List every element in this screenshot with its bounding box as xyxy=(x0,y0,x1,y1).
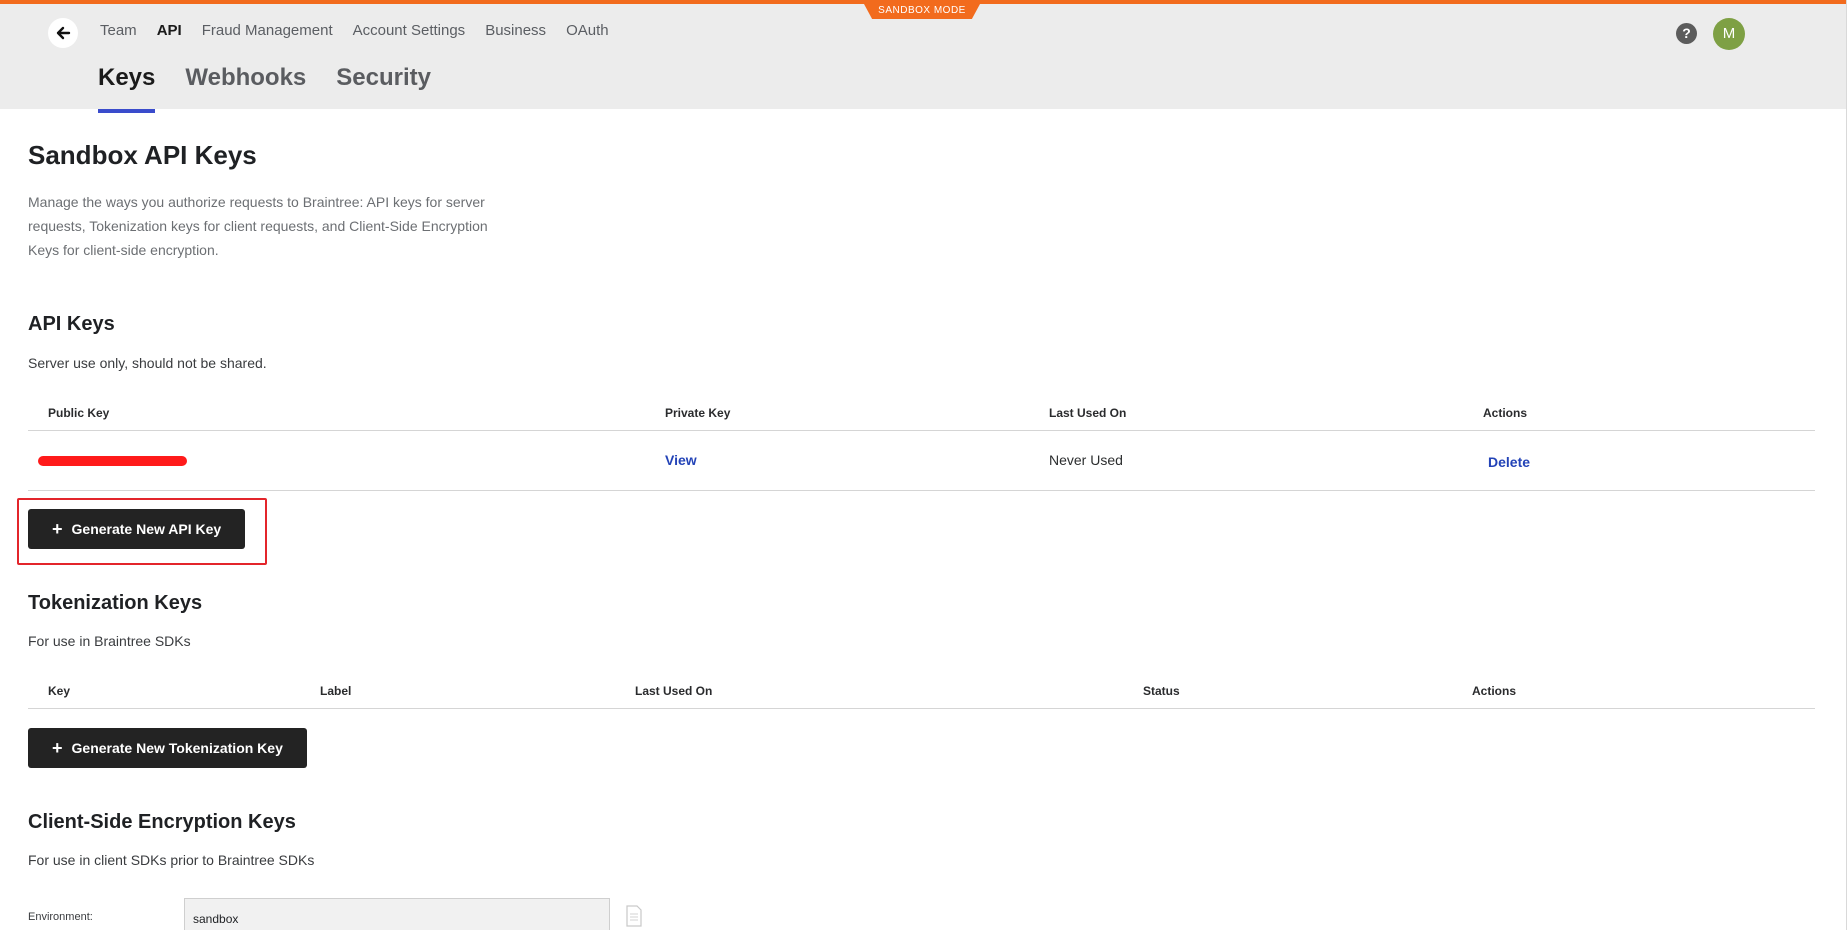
plus-icon: + xyxy=(52,738,63,758)
generate-api-key-button[interactable]: + Generate New API Key xyxy=(28,509,246,549)
environment-field[interactable]: sandbox xyxy=(184,898,610,930)
column-label: Label xyxy=(320,684,352,698)
column-private-key: Private Key xyxy=(665,406,731,420)
column-public-key: Public Key xyxy=(48,406,110,420)
column-actions: Actions xyxy=(1483,406,1528,420)
cse-keys-subtitle: For use in client SDKs prior to Braintre… xyxy=(28,852,315,868)
table-header: Public Key Private Key Last Used On Acti… xyxy=(28,391,1815,431)
sandbox-mode-badge: SANDBOX MODE xyxy=(864,4,980,19)
table-row: View Never Used Delete xyxy=(28,431,1815,491)
top-header: SANDBOX MODE Team API Fraud Management A… xyxy=(0,0,1847,113)
column-last-used: Last Used On xyxy=(1049,406,1127,420)
tokenization-keys-title: Tokenization Keys xyxy=(28,592,203,614)
arrow-left-icon xyxy=(56,26,71,40)
api-keys-table: Public Key Private Key Last Used On Acti… xyxy=(28,391,1815,491)
tokenization-keys-table: Key Label Last Used On Status Actions xyxy=(28,669,1815,709)
redacted-public-key xyxy=(38,456,187,466)
nav-item-oauth[interactable]: OAuth xyxy=(566,22,609,39)
generate-tokenization-key-button[interactable]: + Generate New Tokenization Key xyxy=(28,728,307,768)
help-icon[interactable]: ? xyxy=(1676,23,1697,44)
tokenization-keys-subtitle: For use in Braintree SDKs xyxy=(28,633,191,649)
column-last-used: Last Used On xyxy=(635,684,713,698)
environment-label: Environment: xyxy=(28,911,93,923)
generate-api-key-label: Generate New API Key xyxy=(71,521,222,537)
api-keys-subtitle: Server use only, should not be shared. xyxy=(28,355,267,371)
nav-item-team[interactable]: Team xyxy=(100,22,137,39)
api-keys-title: API Keys xyxy=(28,313,115,335)
view-private-key-link[interactable]: View xyxy=(665,452,697,468)
nav-item-business[interactable]: Business xyxy=(485,22,546,39)
page-description: Manage the ways you authorize requests t… xyxy=(28,194,488,258)
tab-security[interactable]: Security xyxy=(336,64,431,113)
delete-key-link[interactable]: Delete xyxy=(1488,454,1530,470)
column-actions: Actions xyxy=(1472,684,1517,698)
nav-item-account-settings[interactable]: Account Settings xyxy=(353,22,466,39)
nav-item-fraud-management[interactable]: Fraud Management xyxy=(202,22,333,39)
plus-icon: + xyxy=(52,519,63,539)
tab-keys[interactable]: Keys xyxy=(98,64,156,113)
column-status: Status xyxy=(1143,684,1180,698)
back-button[interactable] xyxy=(48,18,78,48)
table-header: Key Label Last Used On Status Actions xyxy=(28,669,1815,709)
avatar[interactable]: M xyxy=(1713,18,1745,50)
last-used-value: Never Used xyxy=(1049,452,1123,468)
nav-item-api[interactable]: API xyxy=(157,22,182,39)
page-header: Sandbox API Keys Manage the ways you aut… xyxy=(28,140,1815,262)
main-nav: Team API Fraud Management Account Settin… xyxy=(100,22,609,39)
column-key: Key xyxy=(48,684,71,698)
cse-keys-title: Client-Side Encryption Keys xyxy=(28,811,296,833)
generate-tokenization-key-label: Generate New Tokenization Key xyxy=(71,740,283,756)
tab-webhooks[interactable]: Webhooks xyxy=(185,64,306,113)
subtabs: Keys Webhooks Security xyxy=(98,64,431,113)
copy-icon[interactable] xyxy=(625,905,643,927)
page-title: Sandbox API Keys xyxy=(28,140,257,170)
